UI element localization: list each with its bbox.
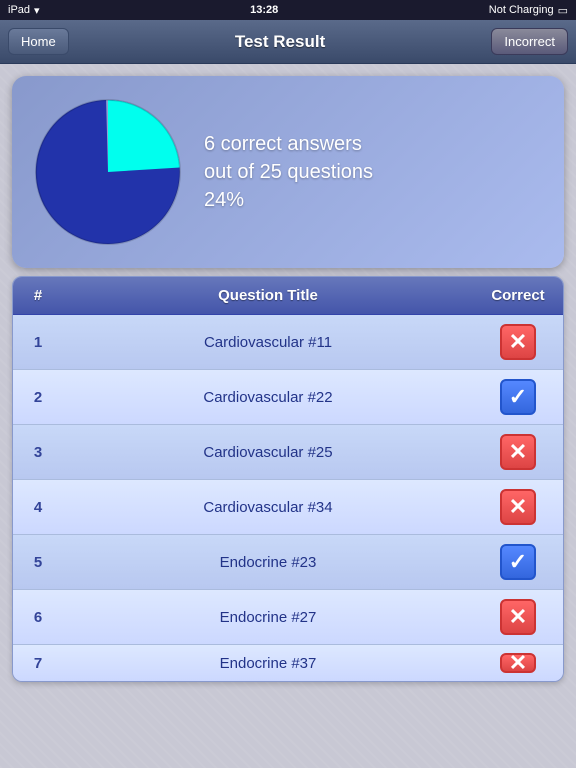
incorrect-icon-7: ✕	[500, 653, 536, 673]
summary-line3: 24%	[204, 186, 373, 214]
incorrect-icon-6: ✕	[500, 599, 536, 635]
row-num-7: 7	[13, 645, 63, 681]
row-title-2: Cardiovascular #22	[63, 370, 473, 424]
status-time: 13:28	[250, 4, 278, 16]
row-title-3: Cardiovascular #25	[63, 425, 473, 479]
nav-title: Test Result	[235, 32, 325, 52]
nav-bar: Home Test Result Incorrect	[0, 20, 576, 64]
correct-icon-2: ✓	[500, 379, 536, 415]
row-title-5: Endocrine #23	[63, 535, 473, 589]
col-header-num: #	[13, 277, 63, 314]
row-correct-6: ✕	[473, 590, 563, 644]
summary-card: 6 correct answers out of 25 questions 24…	[12, 76, 564, 268]
row-num-6: 6	[13, 590, 63, 644]
col-header-title: Question Title	[63, 277, 473, 314]
status-left: iPad ▾	[8, 4, 40, 17]
row-num-1: 1	[13, 315, 63, 369]
summary-line2: out of 25 questions	[204, 158, 373, 186]
correct-icon-5: ✓	[500, 544, 536, 580]
row-title-6: Endocrine #27	[63, 590, 473, 644]
row-correct-2: ✓	[473, 370, 563, 424]
table-row: 6 Endocrine #27 ✕	[13, 590, 563, 645]
incorrect-icon-4: ✕	[500, 489, 536, 525]
row-num-3: 3	[13, 425, 63, 479]
charging-label: Not Charging	[489, 4, 554, 16]
carrier-label: iPad	[8, 4, 30, 16]
row-title-7: Endocrine #37	[63, 645, 473, 681]
row-correct-4: ✕	[473, 480, 563, 534]
incorrect-icon-3: ✕	[500, 434, 536, 470]
table-row: 1 Cardiovascular #11 ✕	[13, 315, 563, 370]
table-row: 7 Endocrine #37 ✕	[13, 645, 563, 681]
results-table: # Question Title Correct 1 Cardiovascula…	[12, 276, 564, 682]
row-correct-3: ✕	[473, 425, 563, 479]
summary-text: 6 correct answers out of 25 questions 24…	[204, 130, 373, 214]
status-bar: iPad ▾ 13:28 Not Charging ▭	[0, 0, 576, 20]
row-correct-7: ✕	[473, 645, 563, 681]
row-num-2: 2	[13, 370, 63, 424]
row-num-5: 5	[13, 535, 63, 589]
incorrect-icon-1: ✕	[500, 324, 536, 360]
row-title-4: Cardiovascular #34	[63, 480, 473, 534]
table-header: # Question Title Correct	[13, 277, 563, 315]
pie-chart	[28, 92, 188, 252]
wifi-icon: ▾	[34, 4, 40, 17]
row-correct-5: ✓	[473, 535, 563, 589]
table-row: 3 Cardiovascular #25 ✕	[13, 425, 563, 480]
summary-line1: 6 correct answers	[204, 130, 373, 158]
status-right: Not Charging ▭	[489, 4, 568, 17]
col-header-correct: Correct	[473, 277, 563, 314]
home-button[interactable]: Home	[8, 28, 69, 55]
table-row: 5 Endocrine #23 ✓	[13, 535, 563, 590]
row-correct-1: ✕	[473, 315, 563, 369]
row-num-4: 4	[13, 480, 63, 534]
row-title-1: Cardiovascular #11	[63, 315, 473, 369]
incorrect-button[interactable]: Incorrect	[491, 28, 568, 55]
battery-icon: ▭	[558, 4, 568, 17]
table-row: 2 Cardiovascular #22 ✓	[13, 370, 563, 425]
table-row: 4 Cardiovascular #34 ✕	[13, 480, 563, 535]
